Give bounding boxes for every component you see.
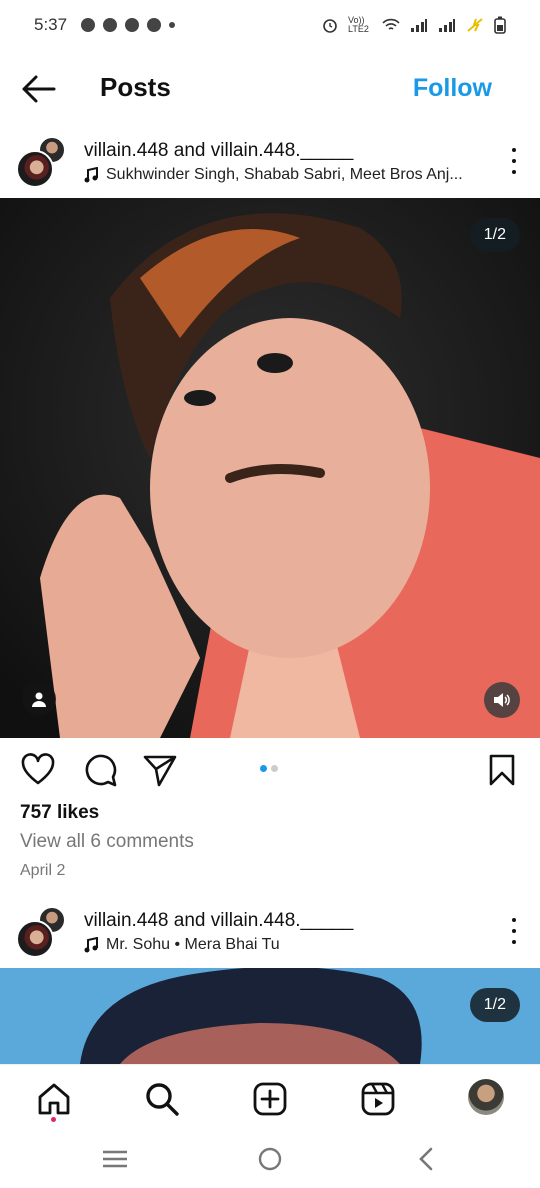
follow-button[interactable]: Follow (413, 74, 492, 103)
post-image[interactable]: 1/2 (0, 198, 540, 738)
share-icon[interactable] (142, 752, 178, 788)
system-nav-bar (0, 1132, 540, 1188)
search-icon[interactable] (144, 1081, 180, 1117)
snapchat-icon (125, 18, 140, 32)
likes-count[interactable]: 757 likes (20, 802, 99, 824)
post-music[interactable]: Sukhwinder Singh, Shabab Sabri, Meet Bro… (84, 166, 463, 184)
media-counter: 1/2 (469, 218, 520, 252)
bookmark-icon[interactable] (484, 752, 520, 788)
bottom-nav (0, 1064, 540, 1132)
system-icons: Vo)) LTE2 (322, 16, 506, 34)
post-image[interactable]: 1/2 (0, 968, 540, 1064)
collab-avatars[interactable] (16, 136, 68, 192)
avatar[interactable] (16, 150, 54, 188)
network-label: Vo)) LTE2 (348, 15, 369, 34)
post-music[interactable]: Mr. Sohu • Mera Bhai Tu (84, 936, 280, 954)
media-counter: 1/2 (469, 988, 520, 1022)
reels-icon[interactable] (360, 1081, 396, 1117)
tagged-people-button[interactable] (22, 682, 56, 716)
heart-icon[interactable] (20, 752, 56, 788)
status-time: 5:37 (34, 15, 68, 34)
snapchat-icon (103, 18, 118, 32)
avatar[interactable] (16, 920, 54, 958)
post-header: villain.448 and villain.448._____ Mr. So… (0, 906, 540, 968)
notification-dot (51, 1117, 56, 1122)
recents-icon[interactable] (102, 1146, 128, 1172)
home-circle-icon[interactable] (257, 1146, 283, 1172)
carousel-indicator (260, 765, 278, 772)
person-icon (32, 692, 46, 707)
music-note-icon (84, 167, 98, 183)
post-date: April 2 (20, 862, 66, 879)
collab-avatars[interactable] (16, 906, 68, 962)
comment-icon[interactable] (82, 752, 118, 788)
wifi-icon (382, 18, 400, 30)
music-note-icon (84, 937, 98, 953)
more-options-icon[interactable] (510, 918, 518, 944)
more-options-icon[interactable] (510, 148, 518, 174)
post-header: villain.448 and villain.448._____ Sukhwi… (0, 136, 540, 198)
post-photo-illustration (0, 968, 540, 1064)
signal-icon (411, 19, 427, 32)
charging-icon (467, 18, 483, 32)
back-chevron-icon[interactable] (414, 1146, 440, 1172)
battery-icon (494, 16, 506, 34)
arrow-left-icon[interactable] (20, 74, 56, 104)
profile-avatar[interactable] (468, 1079, 504, 1115)
home-icon[interactable] (36, 1081, 72, 1117)
snapchat-icon (147, 18, 162, 32)
post-usernames[interactable]: villain.448 and villain.448._____ (84, 140, 353, 162)
speaker-icon (494, 693, 510, 707)
chat-icon (81, 18, 96, 32)
music-label: Mr. Sohu • Mera Bhai Tu (106, 936, 280, 953)
top-bar: Posts Follow (0, 60, 540, 118)
signal-icon (439, 19, 455, 32)
sound-toggle-button[interactable] (484, 682, 520, 718)
alarm-icon (323, 19, 337, 33)
post-photo-illustration (0, 198, 540, 738)
music-label: Sukhwinder Singh, Shabab Sabri, Meet Bro… (106, 166, 463, 183)
dot-icon (169, 22, 176, 28)
create-icon[interactable] (252, 1081, 288, 1117)
post-usernames[interactable]: villain.448 and villain.448._____ (84, 910, 353, 932)
notification-icons (81, 18, 176, 32)
status-bar: 5:37 Vo)) LTE2 (0, 0, 540, 50)
post-actions (0, 752, 540, 792)
page-title: Posts (100, 72, 171, 102)
view-comments-link[interactable]: View all 6 comments (20, 831, 194, 853)
